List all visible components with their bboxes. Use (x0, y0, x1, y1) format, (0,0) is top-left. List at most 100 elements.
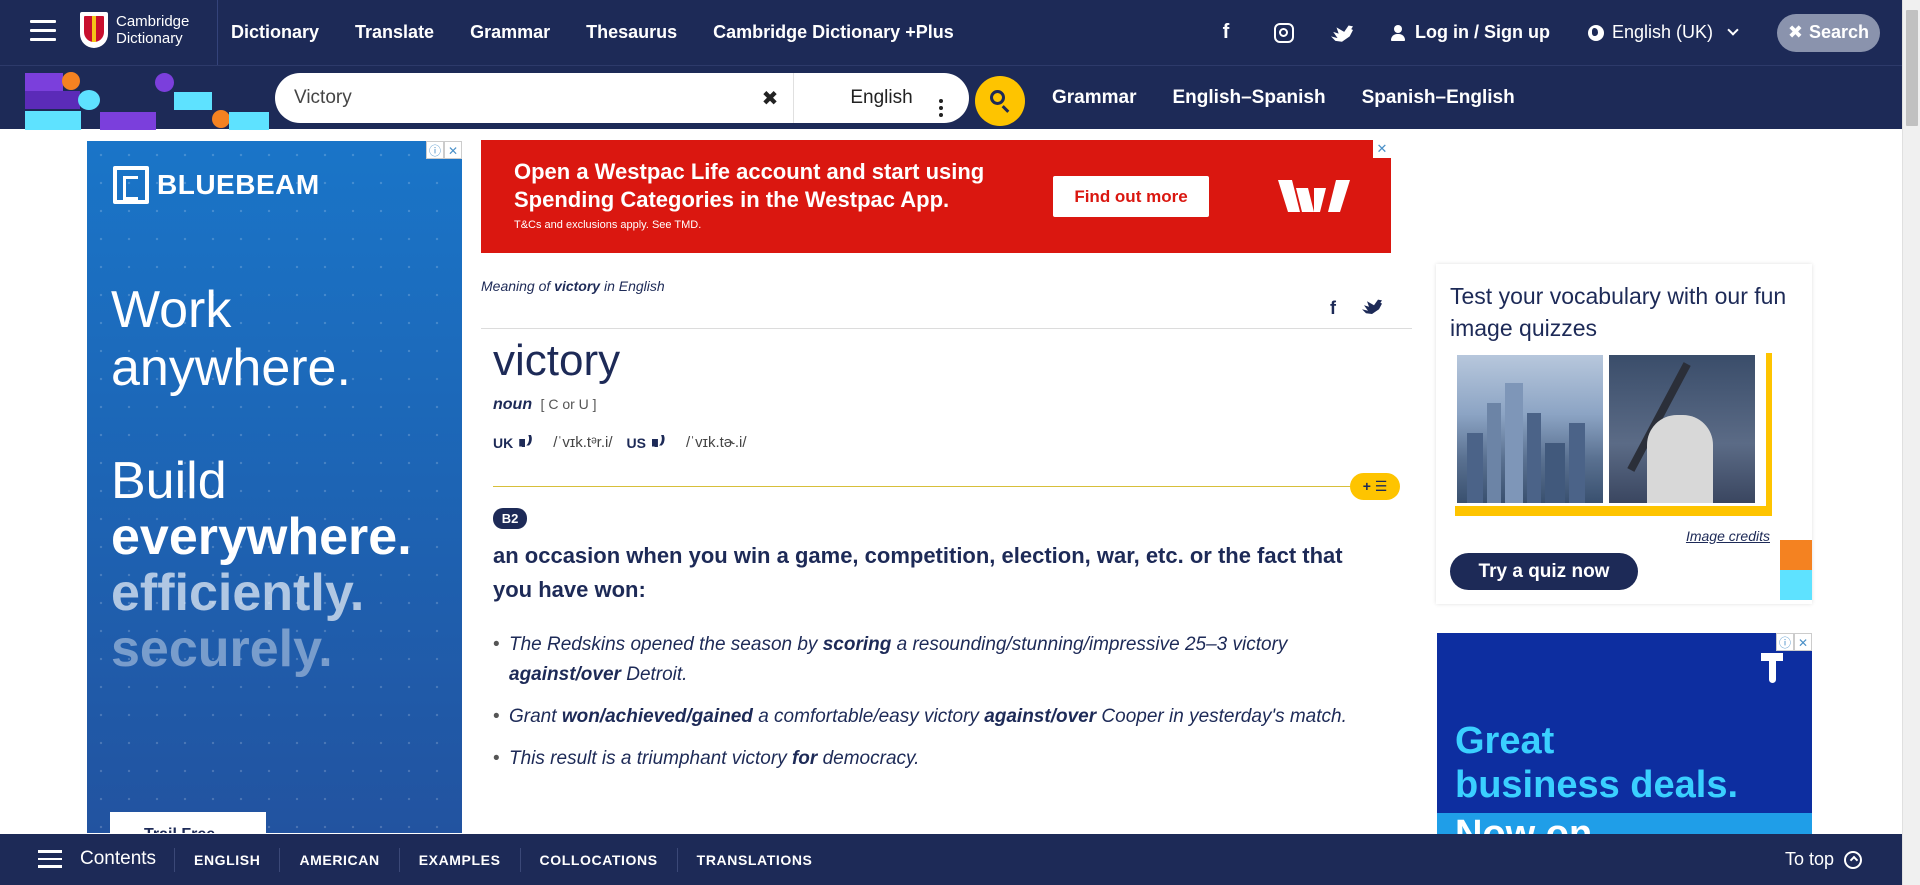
close-ad-icon[interactable]: ✕ (1373, 140, 1391, 158)
dictionary-selector[interactable]: English (794, 87, 969, 117)
example-item: Grant won/achieved/gained a comfortable/… (493, 702, 1363, 732)
social-links: f (1215, 21, 1353, 44)
uk-label: UK (493, 434, 514, 451)
example-item: This result is a triumphant victory for … (493, 744, 1363, 774)
level-badge: B2 (493, 508, 527, 529)
share-links: f (1330, 298, 1382, 319)
main-nav: Dictionary Translate Grammar Thesaurus C… (231, 0, 954, 65)
twitter-icon[interactable] (1330, 21, 1353, 44)
image-credits-link[interactable]: Image credits (1686, 528, 1770, 544)
westpac-terms: T&Cs and exclusions apply. See TMD. (514, 219, 702, 231)
nav-dictionary[interactable]: Dictionary (231, 22, 319, 43)
instagram-icon[interactable] (1273, 21, 1295, 44)
tab-english[interactable]: ENGLISH (174, 847, 279, 872)
bottom-bar: Contents ENGLISH AMERICAN EXAMPLES COLLO… (0, 834, 1902, 885)
section-tabs: ENGLISH AMERICAN EXAMPLES COLLOCATIONS T… (174, 834, 832, 885)
cambridge-logo[interactable]: Cambridge Dictionary (80, 12, 189, 48)
arrow-up-icon (1844, 850, 1862, 869)
search-toggle-label: Search (1809, 22, 1870, 42)
adchoices[interactable]: ⓘ ✕ (426, 141, 462, 159)
ad-trial-button[interactable]: Trail Free (110, 812, 266, 833)
info-icon[interactable]: ⓘ (426, 141, 444, 159)
find-out-more-button[interactable]: Find out more (1053, 176, 1209, 217)
link-grammar[interactable]: Grammar (1052, 87, 1137, 109)
telstra-ad[interactable]: Great business deals. Now on ⓘ ✕ (1437, 633, 1812, 835)
meaning-of: Meaning of victory in English (481, 278, 665, 294)
crest-icon (80, 12, 108, 48)
quiz-image-windmill[interactable] (1609, 355, 1755, 503)
info-icon[interactable]: ⓘ (1776, 633, 1794, 651)
us-audio-icon[interactable] (652, 434, 670, 451)
definition: an occasion when you win a game, competi… (493, 543, 1343, 602)
westpac-logo-icon (1278, 180, 1350, 212)
facebook-icon[interactable]: f (1215, 21, 1237, 44)
tab-examples[interactable]: EXAMPLES (398, 847, 520, 872)
more-options-icon[interactable] (939, 99, 943, 120)
pronunciation: UK /ˈvɪk.tᵊr.i/ US /ˈvɪk.tɚ.i/ (493, 434, 761, 452)
us-label: US (626, 434, 646, 451)
share-twitter-icon[interactable] (1362, 298, 1382, 319)
westpac-line-1: Open a Westpac Life account and start us… (514, 159, 985, 184)
close-icon: ✖ (1787, 22, 1804, 42)
close-ad-icon[interactable]: ✕ (444, 141, 462, 159)
example-item: The Redskins opened the season by scorin… (493, 630, 1363, 690)
tab-american[interactable]: AMERICAN (279, 847, 398, 872)
top-navigation-bar: Cambridge Dictionary Dictionary Translat… (0, 0, 1902, 65)
try-quiz-button[interactable]: Try a quiz now (1450, 553, 1638, 590)
chevron-down-icon (1727, 24, 1739, 36)
link-english-spanish[interactable]: English–Spanish (1173, 87, 1326, 109)
logo-line-1: Cambridge (116, 13, 190, 30)
nav-thesaurus[interactable]: Thesaurus (586, 22, 677, 43)
decorative-blocks (0, 66, 270, 130)
contents-menu-icon[interactable] (38, 850, 62, 870)
tab-collocations[interactable]: COLLOCATIONS (519, 847, 677, 872)
bluebeam-mark-icon (113, 166, 149, 204)
contents-label[interactable]: Contents (80, 848, 156, 870)
link-spanish-english[interactable]: Spanish–English (1362, 87, 1515, 109)
page-scrollbar[interactable] (1902, 0, 1920, 885)
top-right-group: f Log in / Sign up English (UK) ✖ Search (1215, 0, 1902, 65)
bluebeam-ad[interactable]: BLUEBEAM Work anywhere. Build everywhere… (87, 141, 462, 833)
westpac-ad[interactable]: Open a Westpac Life account and start us… (481, 140, 1391, 253)
nav-translate[interactable]: Translate (355, 22, 434, 43)
scrollbar-thumb[interactable] (1906, 10, 1918, 126)
dictionary-label: English (850, 87, 913, 108)
grammar-code: [ C or U ] (540, 396, 597, 412)
ad-headline-2: Build everywhere. efficiently. securely. (111, 452, 412, 678)
nav-grammar[interactable]: Grammar (470, 22, 550, 43)
search-input[interactable] (275, 73, 755, 123)
ad-headline-1: Work anywhere. (111, 281, 351, 397)
adchoices[interactable]: ⓘ ✕ (1776, 633, 1812, 651)
logo-line-2: Dictionary (116, 30, 183, 47)
image-quiz-panel: Test your vocabulary with our fun image … (1436, 264, 1812, 604)
search-toggle-button[interactable]: ✖ Search (1777, 13, 1880, 52)
bluebeam-logo: BLUEBEAM (113, 166, 320, 204)
login-link[interactable]: Log in / Sign up (1390, 22, 1550, 43)
westpac-line-2: Spending Categories in the Westpac App. (514, 187, 950, 212)
language-selector[interactable]: English (UK) (1587, 22, 1739, 43)
clear-search-icon[interactable]: ✖ (755, 86, 785, 111)
examples-list: The Redskins opened the season by scorin… (493, 630, 1363, 786)
search-button[interactable] (975, 76, 1025, 126)
add-to-wordlist-button[interactable]: + ☰ (1350, 473, 1400, 500)
quiz-image-skyline[interactable] (1457, 355, 1603, 503)
telstra-logo-icon (1761, 653, 1783, 683)
search-icon (990, 90, 1005, 105)
close-ad-icon[interactable]: ✕ (1794, 633, 1812, 651)
uk-audio-icon[interactable] (519, 434, 537, 451)
share-facebook-icon[interactable]: f (1330, 298, 1336, 319)
us-ipa: /ˈvɪk.tɚ.i/ (685, 434, 747, 451)
user-icon (1390, 24, 1405, 41)
language-label: English (UK) (1611, 22, 1713, 42)
tab-translations[interactable]: TRANSLATIONS (676, 847, 832, 872)
quiz-title: Test your vocabulary with our fun image … (1450, 283, 1787, 341)
nav-divider (217, 0, 218, 65)
nav-plus[interactable]: Cambridge Dictionary +Plus (713, 22, 954, 43)
search-box: ✖ English (275, 73, 969, 123)
login-label: Log in / Sign up (1414, 22, 1550, 42)
to-top-link[interactable]: To top (1785, 849, 1862, 870)
uk-ipa: /ˈvɪk.tᵊr.i/ (553, 434, 613, 451)
menu-icon[interactable] (30, 20, 56, 42)
search-bar-row: ✖ English Grammar English–Spanish Spanis… (0, 65, 1902, 130)
part-of-speech: noun [ C or U ] (493, 396, 597, 413)
